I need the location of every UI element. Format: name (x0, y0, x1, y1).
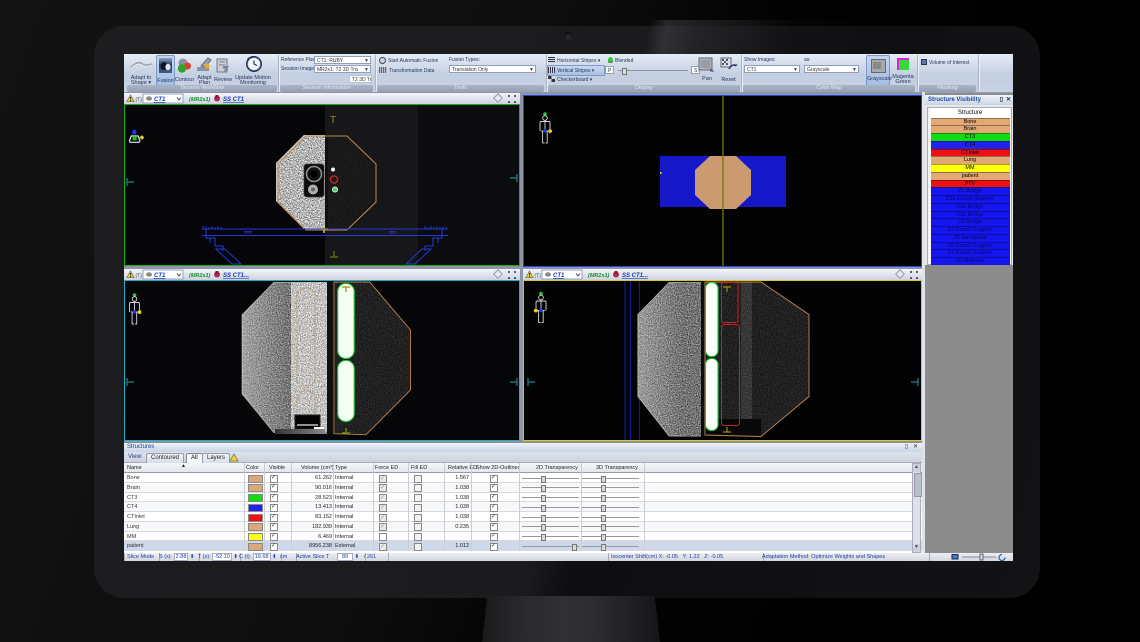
svg-text:CT1: CT1 (154, 273, 166, 279)
svg-text:(T): (T) (136, 97, 143, 103)
svg-text:(MR2x1): (MR2x1) (189, 97, 211, 103)
svg-text:SS CT1: SS CT1 (223, 97, 245, 103)
svg-text:(T): (T) (136, 273, 143, 279)
svg-text:CT1: CT1 (553, 273, 565, 279)
svg-text:T: T (330, 115, 336, 126)
svg-text:SS CT1...: SS CT1... (622, 273, 648, 279)
svg-text:(MR2x1): (MR2x1) (189, 273, 211, 279)
svg-text:(T): (T) (535, 273, 542, 279)
svg-text:CT1: CT1 (154, 97, 166, 103)
svg-text:SS CT1...: SS CT1... (223, 273, 249, 279)
svg-text:(MR2x1): (MR2x1) (588, 273, 610, 279)
